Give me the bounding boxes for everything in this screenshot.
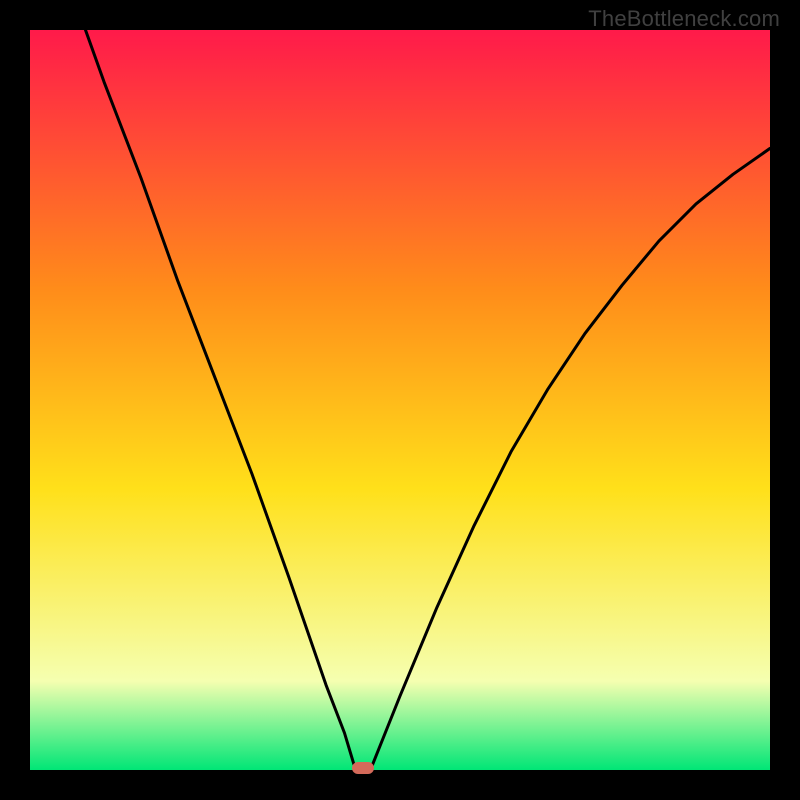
chart-background xyxy=(30,30,770,770)
watermark-text: TheBottleneck.com xyxy=(588,6,780,32)
chart-frame: TheBottleneck.com xyxy=(0,0,800,800)
gradient-rect xyxy=(30,30,770,770)
optimal-marker xyxy=(352,762,374,774)
